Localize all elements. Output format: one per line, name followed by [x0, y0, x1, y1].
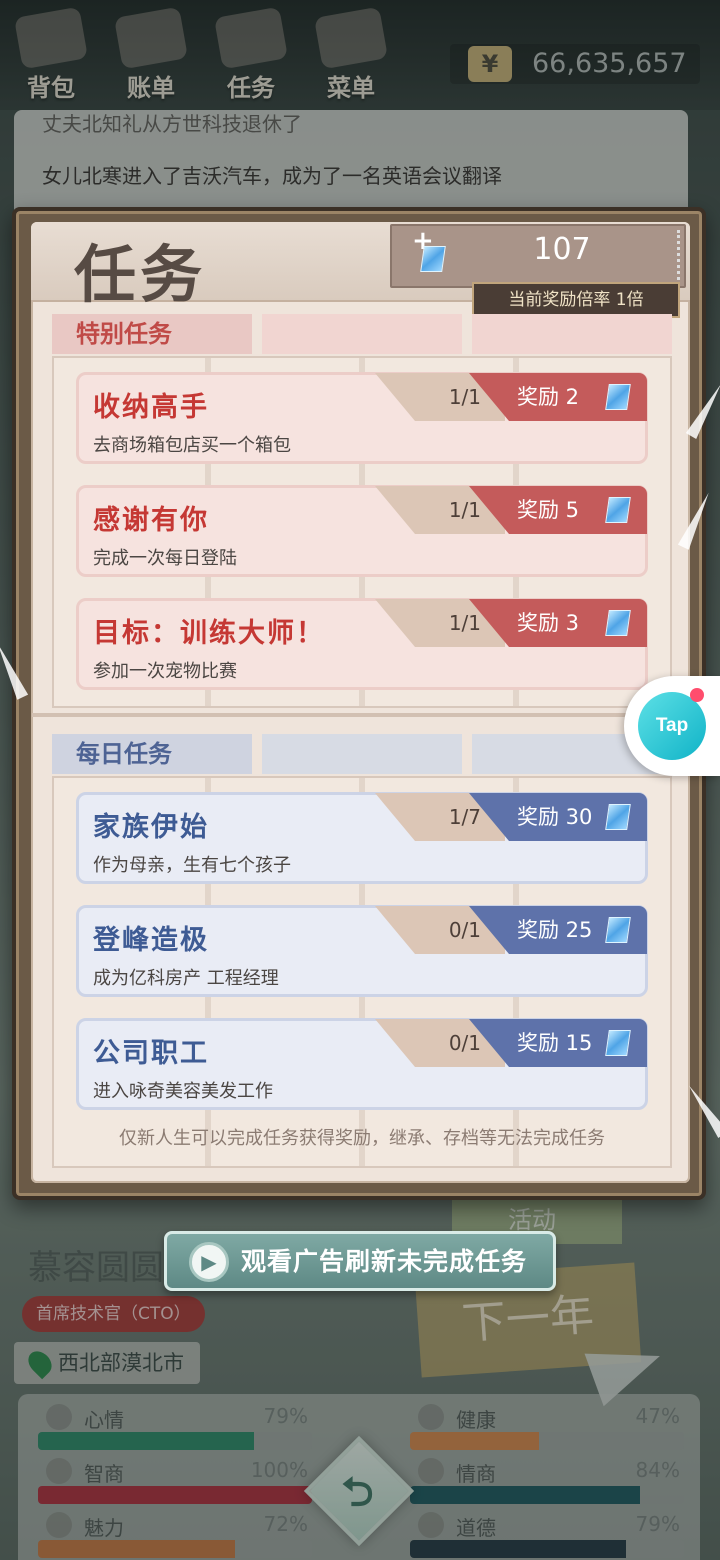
play-icon: ▶ [189, 1242, 229, 1282]
tap-logo-icon: Tap [638, 692, 706, 760]
tab-daily: 每日任务 [52, 734, 252, 774]
task-name: 登峰造极 [93, 925, 209, 956]
task-reward-label: 奖励 5 [517, 498, 580, 522]
task-name: 家族伊始 [93, 812, 209, 843]
gem-count: 107 [533, 232, 591, 267]
watch-ad-refresh-button[interactable]: ▶ 观看广告刷新未完成任务 [164, 1231, 556, 1291]
gem-icon [420, 246, 446, 272]
task-desc: 进入咏奇美容美发工作 [93, 1081, 273, 1102]
gem-icon [605, 1030, 631, 1056]
divider-dots [676, 230, 680, 286]
task-reward-label: 奖励 30 [517, 805, 593, 829]
task-name: 目标：训练大师！ [93, 618, 325, 649]
task-desc: 作为母亲，生有七个孩子 [93, 855, 291, 876]
tab-placeholder [262, 734, 462, 774]
ad-button-label: 观看广告刷新未完成任务 [241, 1247, 528, 1276]
task-reward-label: 奖励 3 [517, 611, 580, 635]
tap-float-button[interactable]: Tap [624, 676, 720, 776]
notification-dot [690, 688, 704, 702]
panel-title: 任务 [74, 238, 207, 311]
task-card-daily-2[interactable]: 登峰造极 成为亿科房产 工程经理 0/1 奖励 25 [76, 905, 648, 997]
task-card-daily-1[interactable]: 家族伊始 作为母亲，生有七个孩子 1/7 奖励 30 [76, 792, 648, 884]
task-card-special-2[interactable]: 感谢有你 完成一次每日登陆 1/1 奖励 5 [76, 485, 648, 577]
gem-icon [605, 497, 631, 523]
task-reward-label: 奖励 25 [517, 918, 593, 942]
task-desc: 参加一次宠物比赛 [93, 661, 237, 682]
reward-multiplier: 当前奖励倍率 1倍 [472, 282, 680, 318]
gem-icon [605, 804, 631, 830]
task-desc: 去商场箱包店买一个箱包 [93, 435, 291, 456]
tab-special: 特别任务 [52, 314, 252, 354]
tab-placeholder [262, 314, 462, 354]
task-card-special-3[interactable]: 目标：训练大师！ 参加一次宠物比赛 1/1 奖励 3 [76, 598, 648, 690]
task-card-special-1[interactable]: 收纳高手 去商场箱包店买一个箱包 1/1 奖励 2 [76, 372, 648, 464]
gem-icon [605, 384, 631, 410]
task-reward-label: 奖励 2 [517, 385, 580, 409]
section-divider [32, 713, 691, 717]
gem-counter[interactable]: + 107 [390, 224, 686, 288]
task-name: 收纳高手 [93, 392, 209, 423]
task-desc: 成为亿科房产 工程经理 [93, 968, 279, 989]
task-name: 感谢有你 [93, 505, 209, 536]
gem-icon [605, 610, 631, 636]
task-desc: 完成一次每日登陆 [93, 548, 237, 569]
task-footnote: 仅新人生可以完成任务获得奖励，继承、存档等无法完成任务 [119, 1128, 605, 1149]
task-card-daily-3[interactable]: 公司职工 进入咏奇美容美发工作 0/1 奖励 15 [76, 1018, 648, 1110]
task-name: 公司职工 [93, 1038, 209, 1069]
tab-placeholder [472, 314, 672, 354]
task-reward-label: 奖励 15 [517, 1031, 593, 1055]
gem-icon [605, 917, 631, 943]
